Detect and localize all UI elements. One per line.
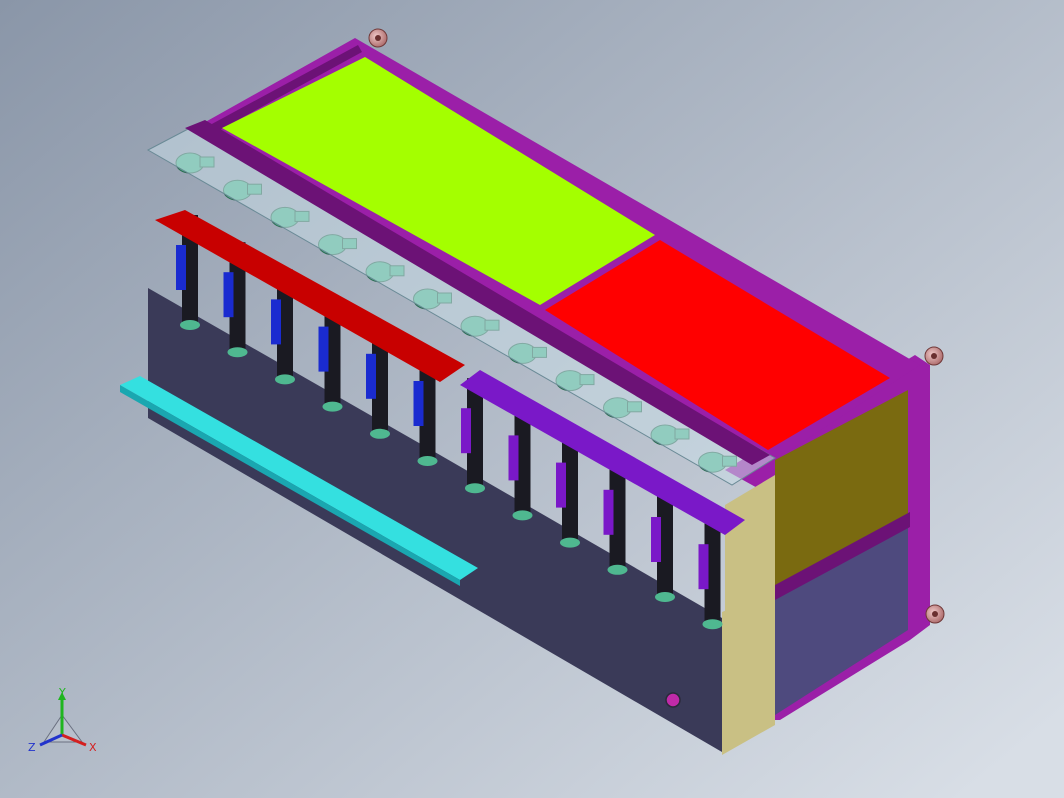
- mount-plate: [176, 245, 186, 290]
- mount-plate: [508, 435, 519, 481]
- mount-plate: [651, 517, 661, 562]
- cylinder-collar: [227, 347, 248, 358]
- cylinder-collar: [370, 428, 390, 439]
- cylinder-collar: [512, 510, 533, 521]
- mount-plate: [223, 272, 234, 318]
- cylinder-collar: [180, 320, 200, 330]
- cylinder-collar: [417, 456, 438, 466]
- caster: [368, 28, 388, 48]
- mount-plate: [318, 326, 329, 372]
- triad-x-label: X: [89, 741, 97, 754]
- mount-plate: [413, 381, 424, 426]
- mount-plate: [461, 408, 471, 454]
- cad-viewport[interactable]: Y Z X: [0, 0, 1064, 798]
- mount-plate: [366, 353, 376, 399]
- caster: [925, 604, 945, 624]
- caster: [924, 346, 944, 366]
- cylinder-collar: [465, 483, 485, 494]
- cylinder-collar: [702, 619, 723, 630]
- cylinder-collar: [655, 592, 675, 602]
- triad-z-label: Z: [28, 741, 36, 754]
- cylinder-collar: [275, 374, 295, 385]
- mount-plate: [603, 489, 614, 535]
- cylinder-collar: [322, 401, 343, 412]
- mount-plate: [271, 299, 281, 345]
- cable-port-hole: [665, 692, 681, 708]
- triad-y-label: Y: [58, 686, 66, 699]
- mount-plate: [698, 544, 709, 590]
- machine-model: Y Z X: [0, 0, 1064, 798]
- mount-plate: [556, 462, 566, 508]
- cylinder-collar: [607, 564, 628, 575]
- cylinder-collar: [560, 537, 580, 548]
